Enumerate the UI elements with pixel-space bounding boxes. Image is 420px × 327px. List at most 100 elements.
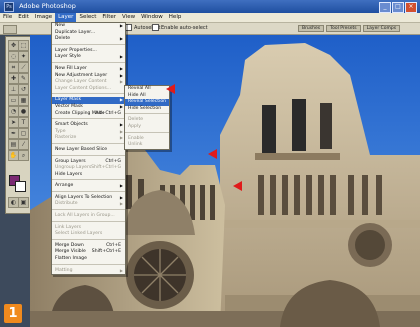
submenu-arrow-icon: ▶: [119, 194, 123, 200]
menu-help[interactable]: Help: [166, 13, 185, 22]
menu-item-label: Distribute: [55, 201, 78, 207]
palette-well: Brushes Tool Presets Layer Comps: [298, 25, 401, 32]
screen-mode-icon[interactable]: ▣: [18, 197, 29, 208]
slice-tool-icon[interactable]: ⟋: [18, 62, 29, 73]
toolbox: ✥ ⬚ ◌ ✦ ⌗ ⟋ ✚ ✎ ⊥ ↺ ▭ ▦ ◔ ● ➤ T ✒ ▢ ▤ ⁄ …: [5, 36, 31, 214]
enable-checkbox[interactable]: [152, 24, 159, 31]
menu-item-shortcut: Alt+Ctrl+G: [95, 110, 121, 116]
menu-item-label: Group Layers: [55, 158, 86, 164]
menu-item-label: Layer Mask: [55, 97, 82, 103]
menu-item-label: Apply: [128, 123, 141, 129]
close-button[interactable]: ×: [405, 2, 417, 13]
menu-item-hide-layers[interactable]: Hide Layers: [52, 172, 125, 179]
marquee-tool-icon[interactable]: ⬚: [18, 40, 29, 51]
submenu-arrow-icon: ▶: [119, 122, 123, 128]
menu-item-label: Select Linked Layers: [55, 231, 103, 237]
photoshop-window: Ps Adobe Photoshop _ □ × File Edit Image La…: [0, 0, 420, 327]
menu-view[interactable]: View: [119, 13, 138, 22]
menu-item-shortcut: Shift+Ctrl+E: [91, 249, 121, 255]
menu-item-new-layer-based-slice[interactable]: New Layer Based Slice: [52, 147, 125, 154]
menu-filter[interactable]: Filter: [99, 13, 119, 22]
menu-item-flatten-image[interactable]: Flatten Image: [52, 256, 125, 263]
menu-item-matting: Matting ▶: [52, 268, 125, 275]
submenu-arrow-icon: ▶: [119, 97, 123, 103]
menu-item-label: New: [55, 23, 66, 28]
submenu-arrow-icon: ▶: [119, 36, 123, 42]
submenu-arrow-icon: ▶: [119, 103, 123, 109]
menu-image[interactable]: Image: [32, 13, 55, 22]
menu-item-label: Type: [55, 128, 66, 134]
enable-label: Enable auto-select: [161, 25, 208, 31]
menu-item-label: Ungroup Layers: [55, 165, 92, 171]
submenu-arrow-icon: ▶: [119, 54, 123, 60]
move-tool-icon[interactable]: [3, 25, 17, 34]
photoshop-logo-icon: Ps: [4, 2, 14, 12]
menu-window[interactable]: Window: [138, 13, 166, 22]
red-pointer-arrow-1: [166, 84, 175, 94]
menu-item-label: Layer Properties...: [55, 47, 97, 53]
palette-tab-layer-comps[interactable]: Layer Comps: [362, 25, 401, 32]
menu-item-new[interactable]: New ▶: [52, 23, 125, 30]
menu-item-label: Hide Layers: [55, 171, 83, 177]
menu-item-label: Rasterize: [55, 135, 77, 141]
palette-tab-tool-presets[interactable]: Tool Presets: [326, 25, 361, 32]
menu-item-label: Reveal All: [128, 86, 151, 91]
layer-mask-submenu: Reveal All Hide All Reveal Selection Hide S…: [124, 85, 170, 150]
menu-layer[interactable]: Layer: [55, 13, 77, 22]
red-pointer-arrow-2: [208, 149, 217, 159]
menu-item-layer-content-options: Layer Content Options...: [52, 86, 125, 93]
layer-menu-dropdown: New ▶ Duplicate Layer... Delete ▶ Layer Prope…: [51, 22, 126, 276]
menu-item-label: Vector Mask: [55, 103, 83, 109]
menu-item-layer-style[interactable]: Layer Style ▶: [52, 54, 125, 61]
menu-item-vector-mask[interactable]: Vector Mask ▶: [52, 104, 125, 111]
menu-item-label: Reveal Selection: [128, 99, 167, 105]
menu-item-layer-mask[interactable]: Layer Mask ▶: [52, 97, 125, 104]
brush-tool-icon[interactable]: ✎: [18, 73, 29, 84]
background-color-swatch[interactable]: [15, 181, 26, 192]
zoom-tool-icon[interactable]: ⌕: [18, 150, 29, 161]
menu-item-label: Hide All: [128, 92, 146, 98]
menu-item-arrange[interactable]: Arrange ▶: [52, 183, 125, 190]
menu-item-delete[interactable]: Delete ▶: [52, 36, 125, 43]
type-tool-icon[interactable]: T: [18, 117, 29, 128]
maximize-button[interactable]: □: [392, 2, 404, 13]
menu-file[interactable]: File: [0, 13, 15, 22]
menu-item-smart-objects[interactable]: Smart Objects ▶: [52, 122, 125, 129]
eyedropper-tool-icon[interactable]: ⁄: [18, 139, 29, 150]
menu-select[interactable]: Select: [76, 13, 99, 22]
minimize-button[interactable]: _: [379, 2, 391, 13]
menu-item-select-linked-layers: Select Linked Layers: [52, 231, 125, 238]
shape-tool-icon[interactable]: ▢: [18, 128, 29, 139]
history-brush-tool-icon[interactable]: ↺: [18, 84, 29, 95]
menu-item-label: Duplicate Layer...: [55, 29, 96, 35]
submenu-arrow-icon: ▶: [119, 79, 123, 85]
submenu-arrow-icon: ▶: [119, 135, 123, 141]
menu-item-label: Delete: [55, 36, 71, 42]
dodge-tool-icon[interactable]: ●: [18, 106, 29, 117]
menu-item-label: Arrange: [55, 183, 74, 189]
menu-item-label: Link Layers: [55, 224, 82, 230]
menu-item-reveal-all[interactable]: Reveal All: [125, 86, 169, 93]
gradient-tool-icon[interactable]: ▦: [18, 95, 29, 106]
menu-item-create-clipping-mask[interactable]: Create Clipping Mask Alt+Ctrl+G: [52, 111, 125, 118]
menu-item-new-fill-layer[interactable]: New Fill Layer ▶: [52, 66, 125, 73]
menu-item-apply: Apply: [125, 124, 169, 131]
submenu-arrow-icon: ▶: [119, 23, 123, 28]
submenu-arrow-icon: ▶: [119, 72, 123, 78]
menu-item-label: New Fill Layer: [55, 65, 87, 71]
auto-select-checkbox[interactable]: [125, 24, 132, 31]
menu-item-label: Delete: [128, 117, 144, 123]
menu-item-change-layer-content: Change Layer Content ▶: [52, 79, 125, 86]
menu-item-label: Unlink: [128, 142, 143, 148]
palette-tab-brushes[interactable]: Brushes: [298, 25, 325, 32]
step-number-badge: 1: [4, 304, 22, 323]
window-controls: _ □ ×: [379, 2, 417, 13]
enable-option[interactable]: Enable auto-select: [152, 23, 208, 34]
menu-item-label: Layer Style: [55, 54, 81, 60]
menu-edit[interactable]: Edit: [15, 13, 32, 22]
title-bar: Ps Adobe Photoshop _ □ ×: [0, 0, 420, 13]
menu-item-shortcut: Shift+Ctrl+G: [91, 165, 121, 171]
menu-item-reveal-selection[interactable]: Reveal Selection: [125, 99, 169, 106]
magic-wand-tool-icon[interactable]: ✦: [18, 51, 29, 62]
menu-item-hide-selection[interactable]: Hide Selection: [125, 106, 169, 113]
